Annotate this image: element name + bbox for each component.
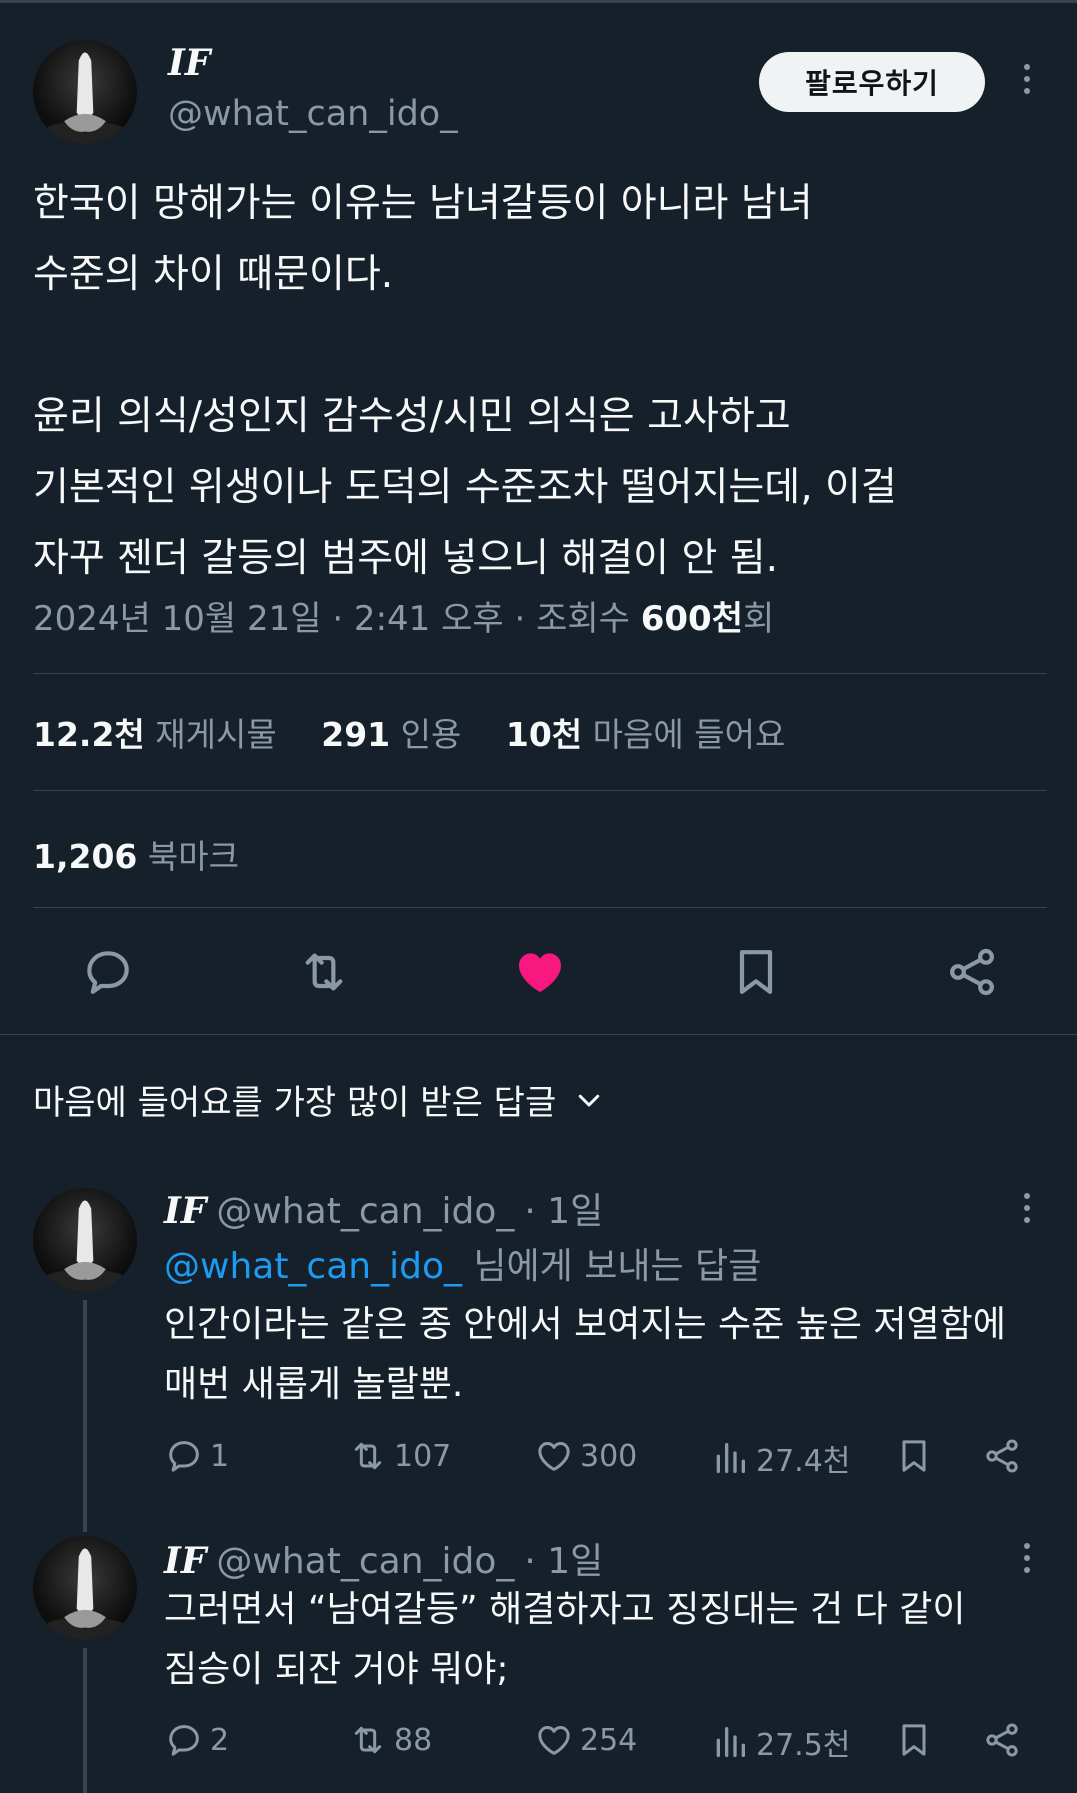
like-count: 254: [580, 1722, 638, 1758]
divider: [33, 673, 1047, 674]
reply-time[interactable]: · 1일: [524, 1532, 603, 1584]
retweet-count: 88: [394, 1722, 433, 1758]
reply-author-name[interactable]: IF: [164, 1540, 206, 1582]
reply-button[interactable]: 2: [164, 1720, 229, 1760]
views-button[interactable]: 27.5천: [710, 1720, 850, 1764]
reply-action-bar: 2 88 254 27.5천: [164, 1720, 1054, 1764]
retweet-icon: [354, 1726, 382, 1754]
bookmark-icon[interactable]: [728, 944, 784, 1000]
bookmark-icon: [902, 1724, 926, 1756]
share-button[interactable]: [982, 1436, 1022, 1476]
like-icon[interactable]: [512, 944, 568, 1000]
divider: [33, 790, 1047, 791]
reply-text: 인간이라는 같은 종 안에서 보여지는 수준 높은 저열함에 매번 새롭게 놀랄…: [164, 1304, 1006, 1405]
bookmark-button[interactable]: [894, 1720, 934, 1760]
avatar-image: [41, 1200, 129, 1292]
reply-button[interactable]: 1: [164, 1436, 229, 1476]
reply-count: 1: [210, 1438, 230, 1474]
like-button[interactable]: 254: [534, 1720, 637, 1760]
author-name[interactable]: IF: [168, 42, 210, 84]
reply-text: 그러면서 “남여갈등” 해결하자고 징징대는 건 다 같이 짐승이 되잔 거야 …: [164, 1589, 966, 1690]
reply-icon: [169, 1441, 199, 1472]
retweet-icon[interactable]: [296, 944, 352, 1000]
retweets-count[interactable]: 12.2천: [33, 715, 145, 754]
divider: [33, 907, 1047, 908]
share-icon: [986, 1439, 1018, 1473]
likes-label[interactable]: 마음에 들어요: [593, 715, 786, 754]
like-button[interactable]: 300: [534, 1436, 637, 1476]
reply-author-name[interactable]: IF: [164, 1190, 206, 1232]
replying-to: @what_can_ido_ 님에게 보내는 답글: [164, 1237, 761, 1289]
tweet-detail-page: IF @what_can_ido_ 팔로우하기 한국이 망해가는 이유는 남녀갈…: [0, 0, 1077, 1793]
share-button[interactable]: [982, 1720, 1022, 1760]
views-suffix: 회: [743, 599, 775, 639]
like-count: 300: [580, 1438, 638, 1474]
thread-line: [83, 1648, 87, 1793]
analytics-icon: [716, 1443, 745, 1473]
avatar[interactable]: [33, 1188, 137, 1292]
retweet-button[interactable]: 107: [348, 1436, 451, 1476]
bookmark-icon: [902, 1440, 926, 1472]
tweet-datetime[interactable]: 2024년 10월 21일 · 2:41 오후 · 조회수: [33, 599, 641, 639]
heart-icon: [538, 1442, 570, 1471]
views-button[interactable]: 27.4천: [710, 1436, 850, 1480]
retweets-label[interactable]: 재게시물: [155, 715, 276, 754]
reply-icon[interactable]: [80, 944, 136, 1000]
tweet-meta: 2024년 10월 21일 · 2:41 오후 · 조회수 600천회: [33, 591, 774, 640]
replies-sort-label: 마음에 들어요를 가장 많이 받은 답글: [33, 1083, 557, 1123]
more-icon[interactable]: [1017, 1193, 1037, 1223]
author-handle[interactable]: @what_can_ido_: [168, 94, 458, 134]
more-icon[interactable]: [1017, 1543, 1037, 1573]
tweet-text: 한국이 망해가는 이유는 남녀갈등이 아니라 남녀 수준의 차이 때문이다. 윤…: [33, 181, 897, 581]
replying-to-suffix: 님에게 보내는 답글: [461, 1246, 762, 1287]
reply-icon: [169, 1725, 199, 1756]
engagement-stats: 12.2천 재게시물 291 인용 10천 마음에 들어요: [33, 708, 819, 756]
reply-header: IF @what_can_ido_ · 1일: [164, 1182, 603, 1234]
divider: [0, 1034, 1077, 1035]
reply-action-bar: 1 107 300 27.4천: [164, 1436, 1054, 1480]
reply-count: 2: [210, 1722, 230, 1758]
quotes-count[interactable]: 291: [321, 715, 390, 754]
avatar-image: [41, 52, 129, 144]
heart-icon: [538, 1726, 570, 1755]
thread-line: [83, 1300, 87, 1532]
reply-author-handle[interactable]: @what_can_ido_: [216, 1541, 514, 1582]
share-icon[interactable]: [944, 944, 1000, 1000]
retweet-button[interactable]: 88: [348, 1720, 432, 1760]
analytics-icon: [716, 1727, 745, 1757]
replies-sort-dropdown[interactable]: 마음에 들어요를 가장 많이 받은 답글: [33, 1075, 604, 1124]
quotes-label[interactable]: 인용: [401, 715, 462, 754]
bookmarks-stat: 1,206 북마크: [33, 830, 239, 878]
bookmarks-label: 북마크: [147, 837, 239, 876]
bookmarks-count: 1,206: [33, 837, 138, 876]
reply-time[interactable]: · 1일: [524, 1182, 603, 1234]
reply-author-handle[interactable]: @what_can_ido_: [216, 1191, 514, 1232]
reply-header: IF @what_can_ido_ · 1일: [164, 1532, 603, 1584]
likes-count[interactable]: 10천: [506, 715, 582, 754]
more-icon[interactable]: [1017, 64, 1037, 94]
avatar[interactable]: [33, 1536, 137, 1640]
avatar[interactable]: [33, 40, 137, 144]
avatar-image: [41, 1548, 129, 1640]
top-border: [0, 0, 1077, 3]
retweet-count: 107: [394, 1438, 452, 1474]
views-count: 600천: [640, 599, 743, 639]
retweet-icon: [354, 1442, 382, 1470]
replying-to-mention[interactable]: @what_can_ido_: [164, 1246, 462, 1287]
bookmark-button[interactable]: [894, 1436, 934, 1476]
view-count: 27.4천: [756, 1444, 851, 1479]
follow-button[interactable]: 팔로우하기: [759, 52, 985, 112]
chevron-down-icon: [579, 1094, 600, 1106]
view-count: 27.5천: [756, 1728, 851, 1763]
share-icon: [986, 1723, 1018, 1757]
